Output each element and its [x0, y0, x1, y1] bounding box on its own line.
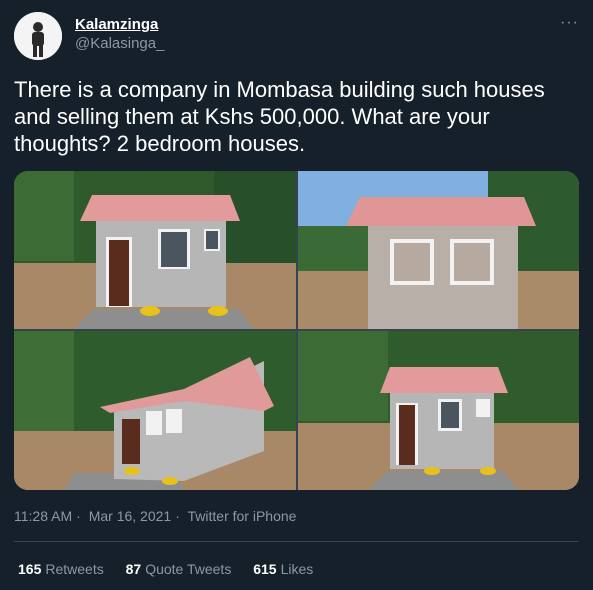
quote-tweets-stat[interactable]: 87 Quote Tweets — [126, 561, 232, 577]
tweet-text: There is a company in Mombasa building s… — [14, 77, 545, 156]
house-photo-2[interactable] — [298, 171, 579, 329]
tweet-time[interactable]: 11:28 AM — [14, 508, 72, 524]
media-grid — [14, 171, 579, 490]
avatar[interactable] — [14, 12, 62, 60]
tweet-meta: 11:28 AM · Mar 16, 2021 · Twitter for iPho… — [14, 508, 300, 524]
quote-tweets-label: Quote Tweets — [145, 561, 232, 577]
tweet-stats: 165 Retweets 87 Quote Tweets 615 Likes — [18, 561, 331, 577]
retweets-count: 165 — [18, 561, 42, 577]
house-photo-1[interactable] — [14, 171, 296, 329]
divider — [14, 541, 579, 542]
tweet-header: Kalamzinga @Kalasinga_ ··· — [14, 12, 579, 60]
person-icon — [14, 12, 62, 60]
likes-label: Likes — [280, 561, 314, 577]
meta-separator: · — [175, 508, 180, 524]
retweets-stat[interactable]: 165 Retweets — [18, 561, 104, 577]
likes-count: 615 — [253, 561, 277, 577]
likes-stat[interactable]: 615 Likes — [253, 561, 313, 577]
more-horizontal-icon[interactable]: ··· — [560, 14, 579, 32]
house-photo-4[interactable] — [298, 331, 579, 490]
tweet-date[interactable]: Mar 16, 2021 — [89, 508, 172, 524]
house-photo-3[interactable] — [14, 331, 296, 490]
user-handle[interactable]: @Kalasinga_ — [75, 34, 164, 54]
retweets-label: Retweets — [45, 561, 104, 577]
meta-separator: · — [76, 508, 81, 524]
quote-tweets-count: 87 — [125, 561, 142, 577]
tweet-source[interactable]: Twitter for iPhone — [188, 508, 297, 524]
display-name[interactable]: Kalamzinga — [75, 16, 164, 34]
